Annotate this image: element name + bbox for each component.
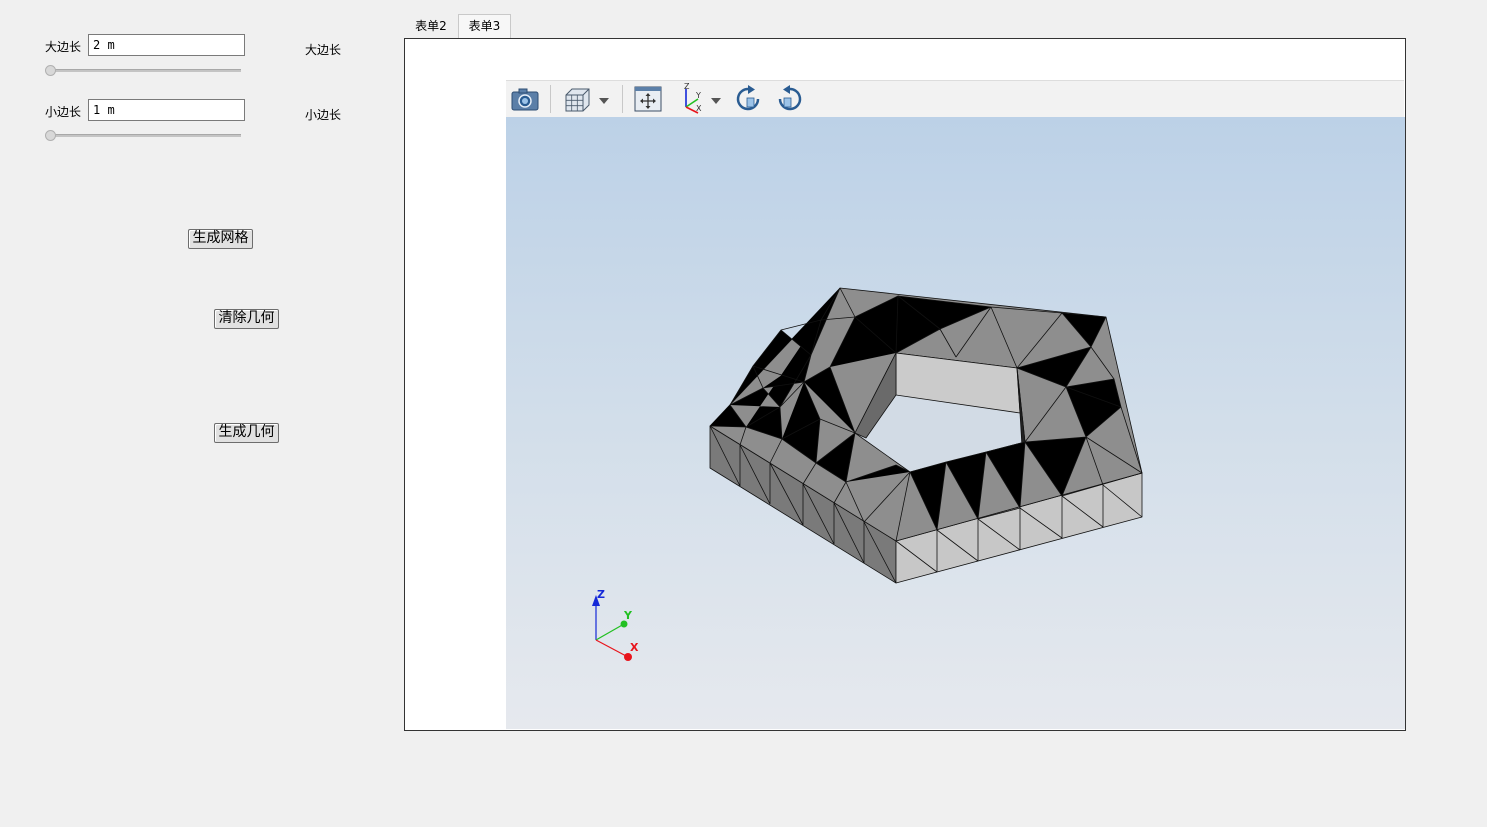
big-side-slider-handle[interactable] bbox=[45, 65, 56, 76]
camera-icon[interactable] bbox=[510, 85, 540, 116]
toolbar-separator bbox=[550, 85, 551, 113]
big-side-input[interactable]: 2 m bbox=[88, 34, 245, 56]
x-axis-label: X bbox=[630, 641, 639, 654]
small-side-right-label: 小边长 bbox=[305, 108, 342, 122]
svg-text:X: X bbox=[696, 104, 702, 113]
y-axis-label: Y bbox=[623, 609, 633, 622]
chevron-down-icon[interactable] bbox=[598, 94, 610, 108]
axes-triad: Z Y X bbox=[592, 588, 639, 661]
big-side-label: 大边长 bbox=[45, 40, 82, 54]
cube-view-icon[interactable] bbox=[562, 85, 592, 116]
chevron-down-icon[interactable] bbox=[710, 94, 722, 108]
generate-mesh-button[interactable]: 生成网格 bbox=[188, 229, 253, 249]
tab-form3[interactable]: 表单3 bbox=[458, 14, 511, 39]
clear-geometry-button[interactable]: 清除几何 bbox=[214, 309, 279, 329]
toolbar-separator bbox=[622, 85, 623, 113]
mesh-render: Z Y X bbox=[592, 287, 1143, 661]
viewer-toolbar: Z Y X bbox=[506, 80, 1404, 118]
tab-form2[interactable]: 表单2 bbox=[406, 15, 456, 38]
rotate-cw-icon[interactable] bbox=[734, 84, 764, 117]
small-side-label: 小边长 bbox=[45, 105, 82, 119]
svg-text:Z: Z bbox=[684, 83, 690, 91]
z-axis-label: Z bbox=[597, 588, 605, 601]
big-side-slider-track[interactable] bbox=[47, 69, 241, 72]
small-side-input[interactable]: 1 m bbox=[88, 99, 245, 121]
generate-geometry-button[interactable]: 生成几何 bbox=[214, 423, 279, 443]
axes-icon[interactable]: Z Y X bbox=[678, 82, 708, 118]
small-side-slider-handle[interactable] bbox=[45, 130, 56, 141]
fit-view-icon[interactable] bbox=[633, 85, 663, 116]
small-side-slider-track[interactable] bbox=[47, 134, 241, 137]
big-side-right-label: 大边长 bbox=[305, 43, 342, 57]
svg-text:Y: Y bbox=[695, 91, 701, 100]
rotate-ccw-icon[interactable] bbox=[774, 84, 804, 117]
3d-viewport[interactable]: Z Y X bbox=[506, 117, 1405, 729]
